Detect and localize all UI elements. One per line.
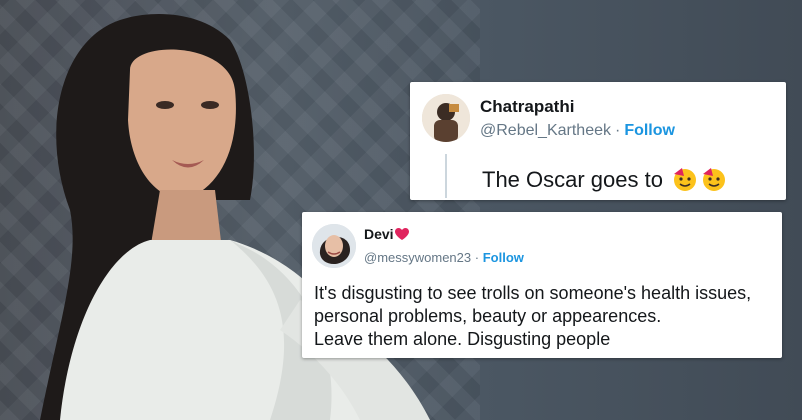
tweet-card-chatrapathi[interactable]: Chatrapathi @Rebel_Kartheek · Follow The O…	[410, 82, 786, 200]
separator-dot: ·	[614, 122, 621, 139]
handle-text[interactable]: @Rebel_Kartheek	[480, 122, 611, 139]
tweet-line: Leave them alone. Disgusting people	[314, 329, 611, 349]
heart-icon	[394, 228, 409, 240]
user-handle: @Rebel_Kartheek · Follow	[480, 122, 675, 140]
separator-dot: ·	[474, 250, 480, 265]
partying-face-icon	[703, 168, 726, 191]
partying-face-icon	[674, 168, 697, 191]
tweet-line: personal problems, beauty or appearences…	[314, 306, 662, 326]
display-name-text[interactable]: Devi	[364, 226, 394, 242]
tweet-line: It's disgusting to see trolls on someone…	[314, 283, 752, 303]
follow-link[interactable]: Follow	[483, 250, 524, 265]
user-handle: @messywomen23 · Follow	[364, 250, 524, 265]
handle-text[interactable]: @messywomen23	[364, 250, 471, 265]
thread-line	[445, 154, 447, 198]
tweet-text: It's disgusting to see trolls on someone…	[314, 282, 774, 351]
tweet-text-content: The Oscar goes to	[482, 167, 663, 192]
display-name[interactable]: Chatrapathi	[480, 97, 574, 117]
avatar[interactable]	[422, 94, 470, 142]
avatar[interactable]	[312, 224, 356, 268]
follow-link[interactable]: Follow	[624, 122, 675, 139]
display-name[interactable]: Devi	[364, 226, 409, 242]
tweet-text: The Oscar goes to	[482, 166, 727, 193]
tweet-card-devi[interactable]: Devi @messywomen23 · Follow It's disgust…	[302, 212, 782, 358]
